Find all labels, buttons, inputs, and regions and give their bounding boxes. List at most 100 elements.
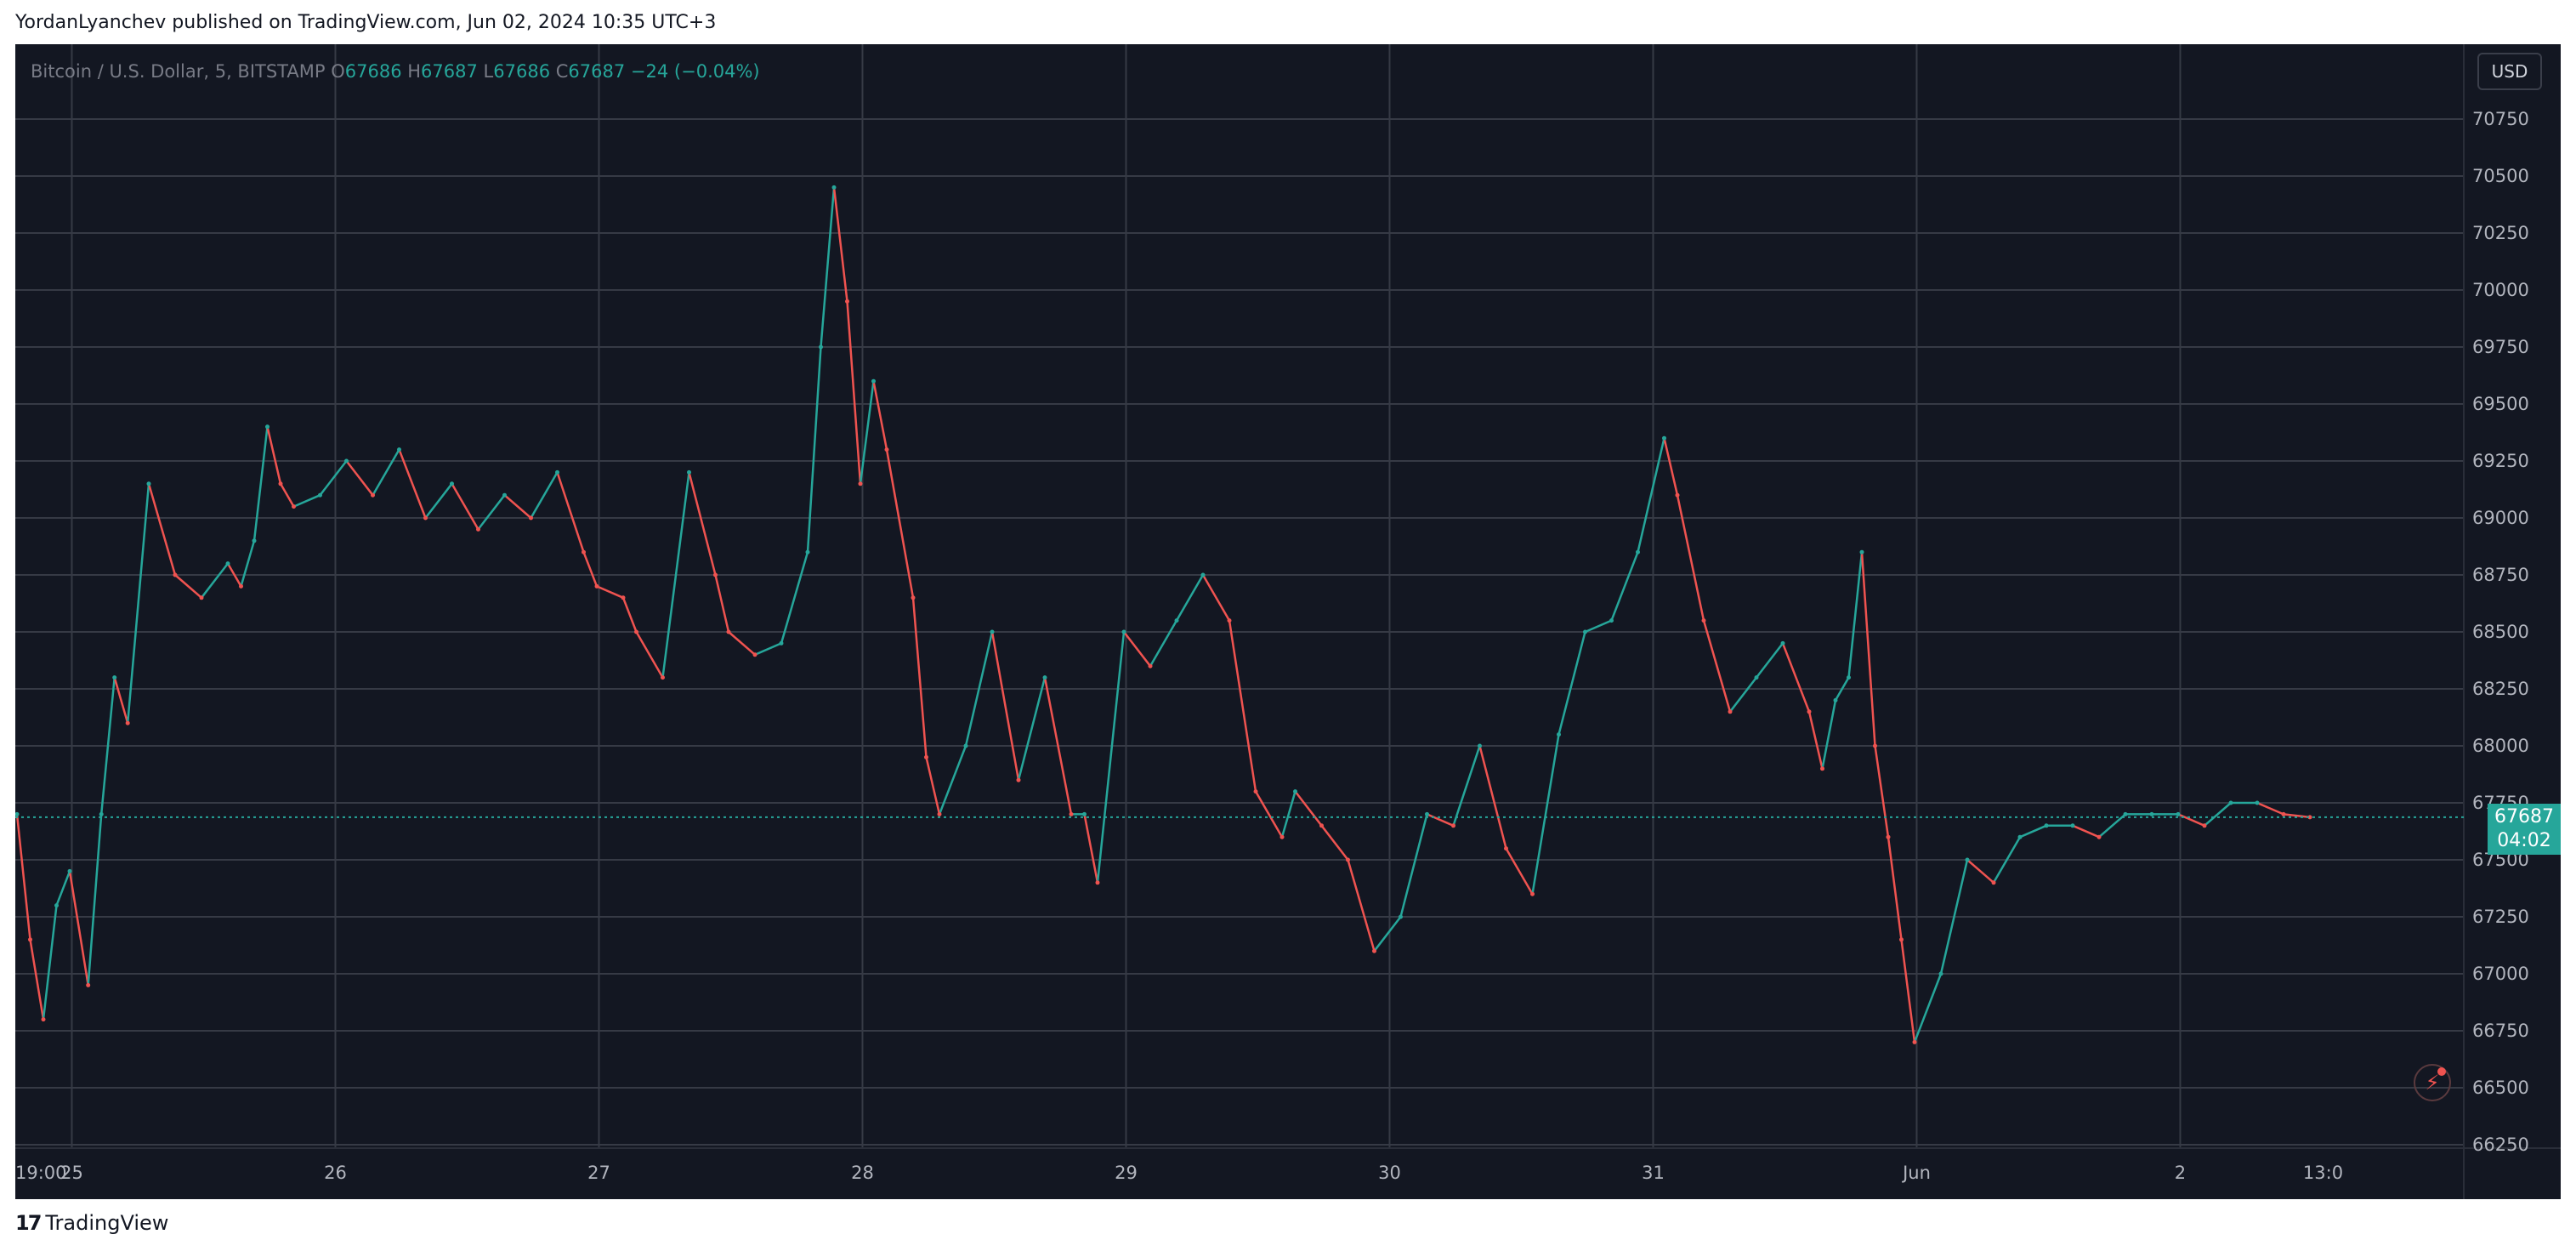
price-segment bbox=[925, 756, 941, 816]
price-point bbox=[2044, 823, 2049, 828]
y-tick-label: 67250 bbox=[2472, 907, 2529, 927]
price-segment bbox=[1175, 573, 1205, 622]
price-segment bbox=[1083, 813, 1099, 884]
price-segment bbox=[319, 459, 348, 497]
price-point bbox=[687, 469, 691, 475]
price-point bbox=[146, 481, 151, 486]
y-tick-label: 69750 bbox=[2472, 337, 2529, 357]
price-point bbox=[1754, 675, 1759, 680]
price-segment bbox=[635, 630, 664, 679]
price-segment bbox=[2176, 813, 2206, 828]
price-segment bbox=[173, 573, 203, 600]
price-segment bbox=[1913, 972, 1943, 1044]
price-point bbox=[1095, 880, 1100, 885]
price-point bbox=[726, 629, 731, 634]
price-segment bbox=[806, 345, 822, 554]
price-segment bbox=[1149, 619, 1178, 668]
price-point bbox=[15, 811, 20, 816]
price-point bbox=[1675, 492, 1680, 498]
alert-dot bbox=[2437, 1067, 2446, 1076]
price-point bbox=[713, 572, 718, 577]
price-segment bbox=[1860, 550, 1876, 748]
price-segment bbox=[1755, 642, 1784, 679]
price-segment bbox=[451, 482, 479, 531]
price-point bbox=[871, 378, 876, 384]
price-point bbox=[1833, 697, 1838, 702]
price-point bbox=[1701, 618, 1706, 623]
price-segment bbox=[556, 471, 585, 554]
price-segment bbox=[1781, 642, 1811, 714]
price-segment bbox=[42, 904, 58, 1021]
price-segment bbox=[820, 186, 836, 349]
price-segment bbox=[911, 596, 928, 759]
price-point bbox=[1886, 834, 1891, 839]
price-point bbox=[450, 481, 454, 486]
high-value: 67687 bbox=[421, 61, 478, 82]
price-point bbox=[199, 595, 204, 600]
price-segment bbox=[240, 539, 256, 588]
price-point bbox=[86, 982, 91, 987]
y-tick-label: 70000 bbox=[2472, 280, 2529, 300]
price-point bbox=[1557, 732, 1561, 737]
price-point bbox=[225, 561, 230, 566]
price-point bbox=[1859, 549, 1864, 555]
price-point bbox=[397, 447, 401, 452]
y-tick-label: 70250 bbox=[2472, 223, 2529, 243]
publish-header: YordanLyanchev published on TradingView.… bbox=[15, 12, 717, 33]
price-segment bbox=[1676, 493, 1705, 622]
price-point bbox=[1912, 1039, 1917, 1044]
price-point bbox=[1227, 618, 1232, 623]
price-segment bbox=[503, 493, 532, 520]
y-tick-label: 70750 bbox=[2472, 109, 2529, 129]
price-segment bbox=[990, 630, 1020, 782]
price-chart[interactable]: 6625066500667506700067250675006775068000… bbox=[15, 44, 2561, 1199]
price-point bbox=[2281, 811, 2286, 816]
x-tick-label: 30 bbox=[1378, 1163, 1401, 1183]
price-segment bbox=[1122, 630, 1152, 668]
price-segment bbox=[398, 448, 427, 520]
price-segment bbox=[1847, 550, 1864, 679]
price-segment bbox=[87, 813, 103, 987]
price-segment bbox=[714, 573, 730, 634]
price-point bbox=[1451, 823, 1455, 828]
price-point bbox=[1899, 937, 1904, 942]
price-segment bbox=[2018, 824, 2048, 839]
price-segment bbox=[530, 471, 559, 520]
price-point bbox=[173, 572, 178, 577]
close-label: C bbox=[555, 61, 569, 82]
price-point bbox=[2070, 823, 2075, 828]
footer-brand-text: TradingView bbox=[45, 1211, 169, 1235]
x-tick-label: 31 bbox=[1642, 1163, 1665, 1183]
price-point bbox=[845, 299, 849, 304]
chart-frame[interactable]: 66250 66500 66750 67000 67250 67500 67750 68000… bbox=[15, 44, 2561, 1199]
price-point bbox=[1728, 709, 1733, 714]
price-point bbox=[819, 344, 823, 350]
price-point bbox=[1820, 766, 1824, 771]
price-segment bbox=[15, 813, 31, 941]
price-point bbox=[1583, 629, 1587, 634]
price-segment bbox=[2255, 801, 2285, 816]
currency-button[interactable]: USD bbox=[2477, 53, 2542, 90]
time-axis: 19:0025 26 27 28 29 30 31 Jun 2 13:0 bbox=[15, 1163, 2343, 1183]
price-point bbox=[112, 675, 117, 680]
price-segment bbox=[1201, 573, 1231, 622]
price-segment bbox=[1228, 619, 1257, 793]
x-tick-label: 26 bbox=[324, 1163, 347, 1183]
y-tick-label: 68250 bbox=[2472, 679, 2529, 699]
price-segment bbox=[126, 482, 150, 725]
price-segment bbox=[1399, 813, 1428, 919]
price-segment bbox=[345, 459, 374, 497]
price-point bbox=[621, 595, 626, 600]
price-point bbox=[1082, 811, 1087, 816]
price-point bbox=[2255, 800, 2260, 805]
price-point bbox=[924, 754, 928, 759]
price-segment bbox=[621, 596, 638, 634]
price-point bbox=[1938, 971, 1943, 976]
x-tick-label: 29 bbox=[1115, 1163, 1138, 1183]
footer-brand[interactable]: 17 TradingView bbox=[15, 1211, 168, 1235]
price-point bbox=[634, 629, 638, 634]
price-point bbox=[1873, 743, 1877, 748]
y-tick-label: 67000 bbox=[2472, 964, 2529, 984]
price-point bbox=[1174, 618, 1179, 623]
price-segment bbox=[753, 642, 783, 657]
